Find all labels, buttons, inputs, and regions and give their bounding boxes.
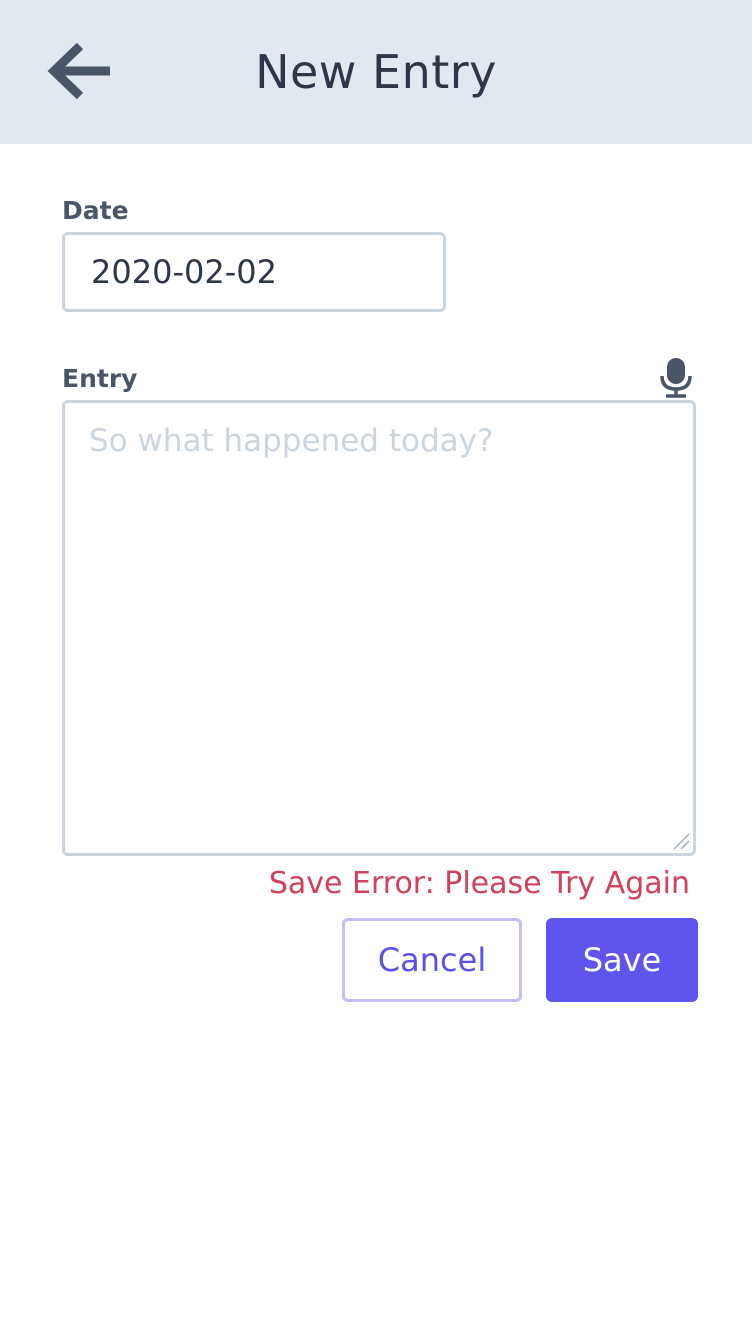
save-button[interactable]: Save (546, 918, 698, 1002)
date-input[interactable] (62, 232, 446, 312)
resize-handle-icon[interactable] (672, 832, 690, 850)
entry-textarea[interactable] (62, 400, 696, 856)
entry-label: Entry (62, 364, 138, 393)
date-label: Date (62, 196, 129, 225)
arrow-left-icon (46, 40, 114, 106)
microphone-button[interactable] (654, 356, 698, 402)
cancel-button[interactable]: Cancel (342, 918, 522, 1002)
save-error-message: Save Error: Please Try Again (268, 866, 690, 901)
microphone-icon (658, 356, 694, 402)
app-header: New Entry (0, 0, 752, 144)
back-button[interactable] (44, 40, 116, 106)
